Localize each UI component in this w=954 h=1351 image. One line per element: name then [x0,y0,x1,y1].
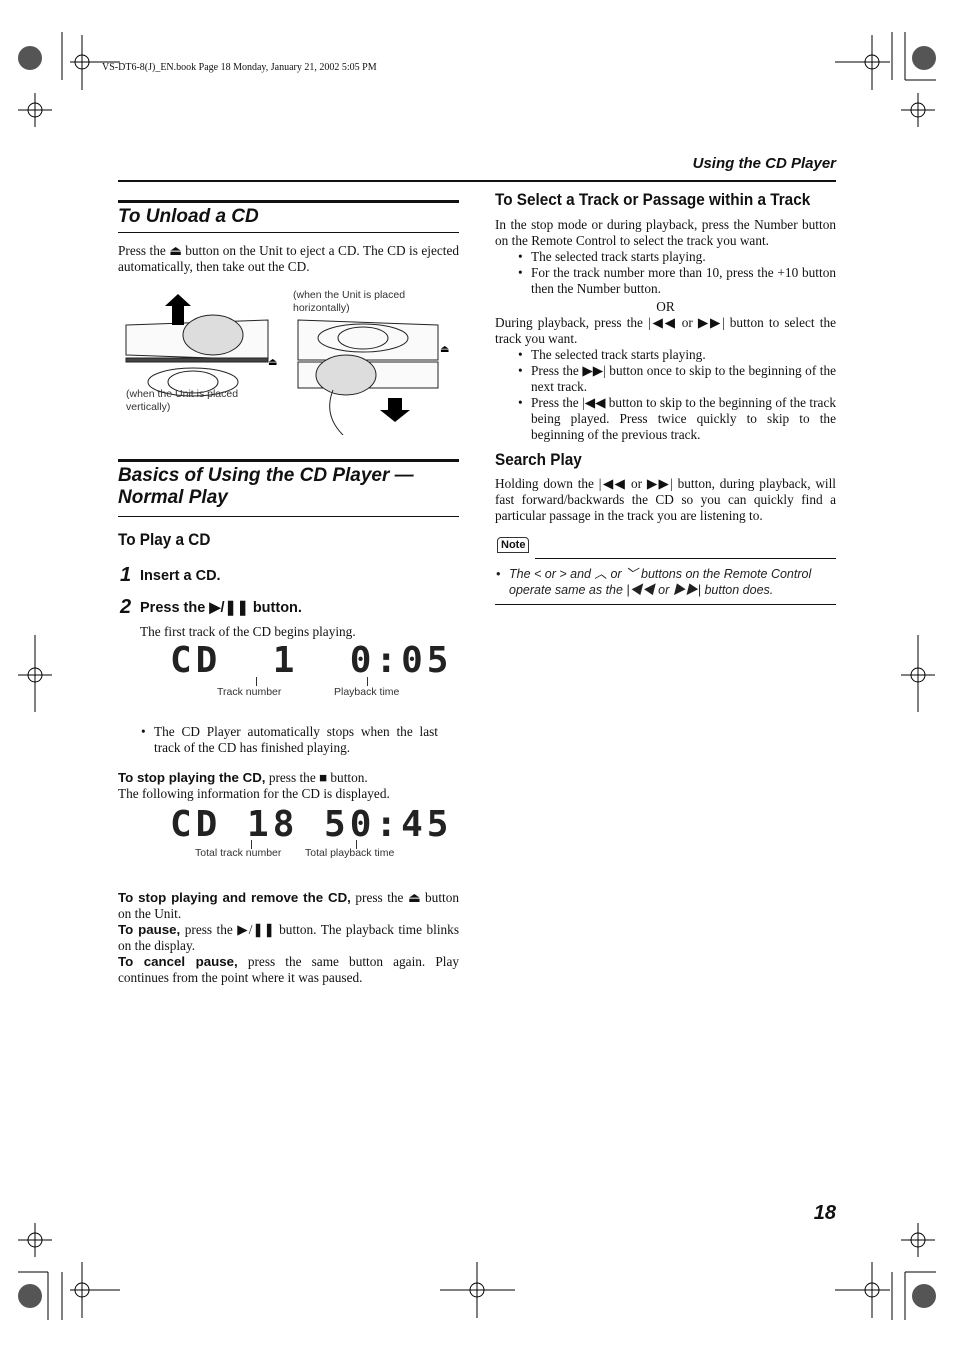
rule [118,459,459,462]
arrow-up-icon [165,294,191,325]
registration-mark-icon [70,1262,120,1318]
remove-label: To stop playing and remove the CD, [118,890,351,905]
unload-text: Press the ⏏ button on the Unit to eject … [118,243,459,274]
registration-mark-icon [18,1223,52,1257]
step-number: 1 [120,564,132,586]
stop-text-2: The following information for the CD is … [118,786,390,801]
list-item: The CD Player automatically stops when t… [141,724,438,756]
remove-paragraph: To stop playing and remove the CD, press… [118,890,459,922]
list-item: The < or > and ︿ or ﹀ buttons on the Rem… [496,566,836,598]
step-number: 2 [120,596,132,618]
color-target-icon [18,1284,42,1308]
step-2-desc: The first track of the CD begins playing… [140,624,356,639]
caption-horizontal: (when the Unit is placed horizontally) [293,289,406,314]
page-number: 18 [813,1202,836,1224]
select-title: To Select a Track or Passage within a Tr… [495,190,811,209]
header-rule [118,180,836,182]
or-separator: OR [656,299,675,314]
registration-mark-icon [440,1262,515,1318]
cancel-label: To cancel pause, [118,954,238,969]
lcd-display-playing: CD 1 0:05 [170,640,453,681]
color-target-icon [18,46,42,70]
step-1-text: Insert a CD. [140,568,221,584]
caption-vertical: (when the Unit is placed vertically) [126,388,239,413]
basics-title: Basics of Using the CD Player — Normal P… [118,465,414,508]
eject-icon: ⏏ [268,357,277,368]
total-time-label: Total playback time [305,847,395,859]
list-item: The selected track starts playing. [518,347,836,363]
pause-label: To pause, [118,922,181,937]
step-2-text: Press the ▶/❚❚ button. [140,600,302,616]
list-item: The selected track starts playing. [518,249,836,265]
note-text: The < or > and ︿ or ﹀ buttons on the Rem… [496,566,836,598]
rule [118,200,459,203]
rule [535,558,836,559]
registration-mark-icon [901,1223,935,1257]
arrow-down-icon [380,398,410,422]
section-header: Using the CD Player [692,155,836,172]
eject-icon: ⏏ [440,344,449,355]
select-text: In the stop mode or during playback, pre… [495,217,836,248]
list-item: Press the |◀◀ button to skip to the begi… [518,395,836,443]
stop-text: press the ■ button. [265,770,368,785]
registration-mark-icon [901,635,935,712]
color-target-icon [912,46,936,70]
bullet-list: The CD Player automatically stops when t… [118,724,438,756]
bullet-list: The selected track starts playing. For t… [495,249,836,297]
pause-paragraph: To pause, press the ▶/❚❚ button. The pla… [118,922,459,954]
color-target-icon [912,1284,936,1308]
callout-line [367,677,368,686]
playback-time-label: Playback time [334,686,400,698]
track-number-label: Track number [217,686,282,698]
rule [118,516,459,517]
select-text-2: During playback, press the |◀◀ or ▶▶| bu… [495,315,836,346]
bullet-list: The selected track starts playing. Press… [495,347,836,443]
list-item: Press the ▶▶| button once to skip to the… [518,363,836,395]
file-info: VS-DT6-8(J)_EN.book Page 18 Monday, Janu… [102,62,377,73]
play-cd-subtitle: To Play a CD [118,530,211,549]
rule [118,232,459,233]
manual-page: VS-DT6-8(J)_EN.book Page 18 Monday, Janu… [0,0,954,1351]
note-icon: Note [497,537,530,553]
registration-mark-icon [835,1262,890,1318]
search-title: Search Play [495,450,582,469]
cancel-pause-paragraph: To cancel pause, press the same button a… [118,954,459,986]
registration-mark-icon [18,93,52,127]
unload-title: To Unload a CD [118,206,259,227]
registration-mark-icon [901,93,935,127]
registration-mark-icon [18,635,52,712]
registration-mark-icon [835,35,890,90]
list-item: For the track number more than 10, press… [518,265,836,297]
stop-paragraph: To stop playing the CD, press the ■ butt… [118,770,459,802]
total-track-label: Total track number [195,847,282,859]
callout-line [256,677,257,686]
lcd-display-stopped: CD 18 50:45 [170,804,453,845]
search-text: Holding down the |◀◀ or ▶▶| button, duri… [495,476,836,523]
rule [495,604,836,605]
stop-label: To stop playing the CD, [118,770,266,785]
